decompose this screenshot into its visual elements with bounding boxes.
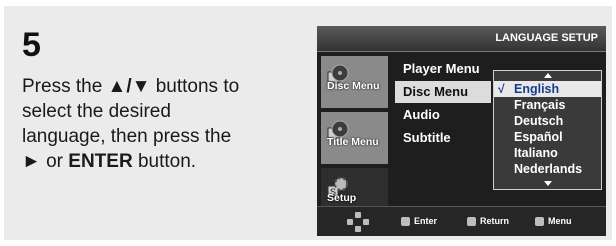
scroll-up-icon[interactable] <box>544 73 552 78</box>
instruction-line-2: select the desired <box>22 101 171 122</box>
side-tabs: Disc Menu Title Menu S Setup <box>321 56 388 224</box>
instruction-panel: 5 Press the ▲/▼ buttons to select the de… <box>4 6 612 240</box>
instruction-text: or <box>40 151 69 172</box>
step-number: 5 <box>22 26 41 64</box>
return-label: Return <box>480 216 509 226</box>
enter-key-icon <box>401 216 410 226</box>
tab-title-menu[interactable]: Title Menu <box>321 112 388 164</box>
return-hint: Return <box>467 216 509 226</box>
up-down-arrows: ▲/▼ <box>107 76 151 97</box>
instruction-line-1: Press the ▲/▼ buttons to <box>22 74 292 99</box>
screen-title: LANGUAGE SETUP <box>495 32 598 44</box>
option-disc-menu[interactable]: Disc Menu <box>395 81 491 103</box>
language-italiano[interactable]: Italiano <box>494 145 601 161</box>
instruction-text: buttons to <box>150 76 240 97</box>
enter-hint: Enter <box>401 216 437 226</box>
language-deutsch[interactable]: Deutsch <box>494 113 601 129</box>
enter-key-label: ENTER <box>68 151 133 172</box>
menu-key-icon <box>535 216 544 226</box>
instruction-line-4: ► or ENTER button. <box>22 149 292 174</box>
tab-label: Setup <box>327 192 357 204</box>
language-list: √ English Français Deutsch Español Itali… <box>494 81 601 177</box>
menu-hint: Menu <box>535 216 572 226</box>
language-label: English <box>514 82 560 96</box>
instruction-text: button. <box>132 151 197 172</box>
tab-label: Disc Menu <box>327 80 380 92</box>
language-list-box: √ English Français Deutsch Español Itali… <box>493 70 602 190</box>
tv-screen: LANGUAGE SETUP Disc Menu Title Menu S Se… <box>317 26 606 236</box>
tab-label: Title Menu <box>327 136 379 148</box>
check-icon: √ <box>498 82 505 96</box>
menu-label: Menu <box>548 216 572 226</box>
right-arrow-icon: ► <box>22 151 41 172</box>
screen-footer: Enter Return Menu <box>317 206 606 236</box>
screen-header: LANGUAGE SETUP <box>317 26 606 52</box>
enter-label: Enter <box>414 216 438 226</box>
option-player-menu[interactable]: Player Menu <box>395 58 491 80</box>
navigation-pad-icon <box>347 212 369 232</box>
step-instructions: Press the ▲/▼ buttons to select the desi… <box>22 74 292 174</box>
language-francais[interactable]: Français <box>494 97 601 113</box>
option-subtitle[interactable]: Subtitle <box>395 127 491 149</box>
scroll-down-icon[interactable] <box>544 181 552 186</box>
setup-options: Player Menu Disc Menu Audio Subtitle <box>395 58 491 150</box>
instruction-line-3: language, then press the <box>22 126 232 147</box>
return-key-icon <box>467 216 476 226</box>
option-audio[interactable]: Audio <box>395 104 491 126</box>
language-english[interactable]: √ English <box>494 81 601 97</box>
instruction-text: Press the <box>22 76 108 97</box>
language-espanol[interactable]: Español <box>494 129 601 145</box>
language-nederlands[interactable]: Nederlands <box>494 161 601 177</box>
tab-disc-menu[interactable]: Disc Menu <box>321 56 388 108</box>
